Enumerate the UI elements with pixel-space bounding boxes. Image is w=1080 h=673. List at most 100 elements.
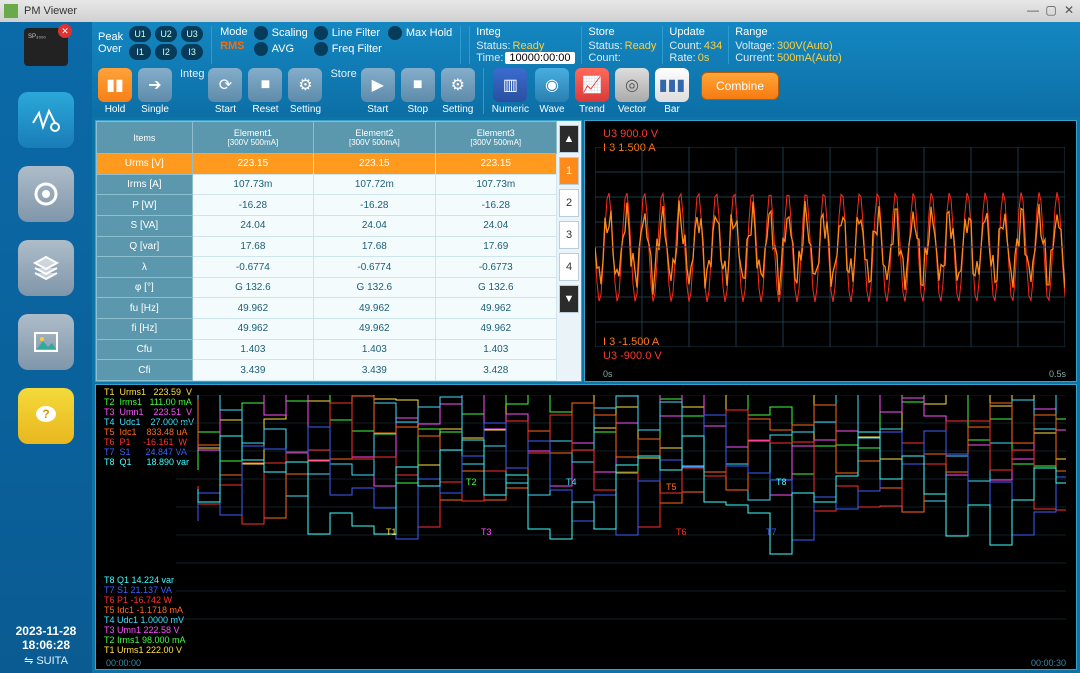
table-pager: ▲ 1 2 3 4 ▼ — [557, 121, 581, 381]
max-hold-radio[interactable] — [388, 26, 402, 40]
mode-value[interactable]: RMS — [220, 40, 248, 52]
svg-text:T8: T8 — [776, 477, 787, 487]
row-label[interactable]: Cfi — [97, 360, 193, 381]
row-label[interactable]: fu [Hz] — [97, 298, 193, 319]
cell-value: G 132.6 — [435, 277, 556, 298]
table-row: Q [var]17.6817.6817.69 — [97, 236, 557, 257]
sidebar-item-settings[interactable] — [18, 166, 74, 222]
close-icon[interactable]: ✕ — [1062, 4, 1076, 18]
row-label[interactable]: Q [var] — [97, 236, 193, 257]
pause-icon: ▮▮ — [98, 68, 132, 102]
brand-label: ⇋ SUITA — [24, 654, 68, 667]
store-start-button[interactable]: ▶Start — [361, 68, 395, 115]
wave-icon: ◉ — [535, 68, 569, 102]
row-label[interactable]: Urms [V] — [97, 154, 193, 175]
page-1-button[interactable]: 1 — [559, 157, 579, 185]
cell-value: -16.28 — [192, 195, 313, 216]
table-row: P [W]-16.28-16.28-16.28 — [97, 195, 557, 216]
peak-i2[interactable]: I2 — [155, 44, 177, 60]
row-label[interactable]: Cfu — [97, 339, 193, 360]
page-3-button[interactable]: 3 — [559, 221, 579, 249]
scaling-radio[interactable] — [254, 26, 268, 40]
row-label[interactable]: Irms [A] — [97, 174, 193, 195]
cell-value: -0.6774 — [314, 257, 435, 278]
page-up-button[interactable]: ▲ — [559, 125, 579, 153]
maximize-icon[interactable]: ▢ — [1044, 4, 1058, 18]
row-label[interactable]: P [W] — [97, 195, 193, 216]
trend-panel[interactable]: T1 Urms1 223.59 VT2 Irms1 111.00 mAT3 Um… — [95, 384, 1077, 670]
peak-i3[interactable]: I3 — [181, 44, 203, 60]
vector-icon: ◎ — [615, 68, 649, 102]
gear-icon: ⚙ — [288, 68, 322, 102]
svg-text:?: ? — [42, 407, 49, 421]
device-icon[interactable]: ✕ — [24, 28, 68, 66]
minimize-icon[interactable]: — — [1026, 4, 1040, 18]
sidebar-item-measure[interactable] — [18, 92, 74, 148]
sidebar-item-help[interactable]: ? — [18, 388, 74, 444]
waveform-panel[interactable]: U3 900.0 VI 3 1.500 A I 3 -1.500 AU3 -90… — [584, 120, 1077, 382]
page-down-button[interactable]: ▼ — [559, 285, 579, 313]
single-button[interactable]: ➔Single — [138, 68, 172, 115]
peak-u2[interactable]: U2 — [155, 26, 177, 42]
row-label[interactable]: λ — [97, 257, 193, 278]
peak-u1[interactable]: U1 — [129, 26, 151, 42]
numeric-button[interactable]: ▥Numeric — [492, 68, 529, 115]
sidebar-item-layers[interactable] — [18, 240, 74, 296]
cell-value: 107.73m — [192, 174, 313, 195]
refresh-icon: ⟳ — [208, 68, 242, 102]
peak-i1[interactable]: I1 — [129, 44, 151, 60]
cell-value: 49.962 — [192, 319, 313, 340]
peak-over-group: PeakOver U1 U2 U3 I1 I2 I3 — [98, 26, 203, 60]
cell-value: 1.403 — [314, 339, 435, 360]
freq-filter-radio[interactable] — [314, 42, 328, 56]
measurements-table: ItemsElement1[300V 500mA]Element2[300V 5… — [96, 121, 557, 381]
cell-value: 49.962 — [192, 298, 313, 319]
vector-button[interactable]: ◎Vector — [615, 68, 649, 115]
hold-button[interactable]: ▮▮Hold — [98, 68, 132, 115]
numeric-icon: ▥ — [493, 68, 527, 102]
app-icon — [4, 4, 18, 18]
line-filter-radio[interactable] — [314, 26, 328, 40]
cell-value: 24.04 — [192, 215, 313, 236]
cell-value: 17.68 — [192, 236, 313, 257]
reset-icon: ■ — [248, 68, 282, 102]
trend-button[interactable]: 📈Trend — [575, 68, 609, 115]
cell-value: 3.439 — [192, 360, 313, 381]
peak-u3[interactable]: U3 — [181, 26, 203, 42]
element-header: Element2[300V 500mA] — [314, 122, 435, 154]
cell-value: 223.15 — [192, 154, 313, 175]
sidebar-item-image[interactable] — [18, 314, 74, 370]
integ-setting-button[interactable]: ⚙Setting — [288, 68, 322, 115]
page-4-button[interactable]: 4 — [559, 253, 579, 281]
store-stop-button[interactable]: ■Stop — [401, 68, 435, 115]
bar-button[interactable]: ▮▮▮Bar — [655, 68, 689, 115]
row-label[interactable]: φ [°] — [97, 277, 193, 298]
cell-value: 17.69 — [435, 236, 556, 257]
cell-value: 24.04 — [435, 215, 556, 236]
svg-text:T7: T7 — [766, 527, 777, 537]
ribbon: PeakOver U1 U2 U3 I1 I2 I3 Mode RMS Scal… — [92, 22, 1080, 117]
integ-reset-button[interactable]: ■Reset — [248, 68, 282, 115]
arrow-right-icon: ➔ — [138, 68, 172, 102]
items-header: Items — [97, 122, 193, 154]
update-status: Update Count:434 Rate:0s — [662, 26, 722, 64]
page-2-button[interactable]: 2 — [559, 189, 579, 217]
store-setting-button[interactable]: ⚙Setting — [441, 68, 475, 115]
svg-text:T6: T6 — [676, 527, 687, 537]
avg-radio[interactable] — [254, 42, 268, 56]
waveform-canvas — [595, 147, 1065, 347]
cell-value: -0.6774 — [192, 257, 313, 278]
integ-start-button[interactable]: ⟳Start — [208, 68, 242, 115]
row-label[interactable]: fi [Hz] — [97, 319, 193, 340]
combine-button[interactable]: Combine — [701, 72, 779, 100]
peak-over-label: PeakOver — [98, 31, 125, 55]
cell-value: -16.28 — [435, 195, 556, 216]
element-header: Element3[300V 500mA] — [435, 122, 556, 154]
cell-value: 223.15 — [435, 154, 556, 175]
wave-button[interactable]: ◉Wave — [535, 68, 569, 115]
cell-value: 3.439 — [314, 360, 435, 381]
cell-value: 1.403 — [192, 339, 313, 360]
row-label[interactable]: S [VA] — [97, 215, 193, 236]
table-row: Urms [V]223.15223.15223.15 — [97, 154, 557, 175]
cell-value: 107.73m — [435, 174, 556, 195]
